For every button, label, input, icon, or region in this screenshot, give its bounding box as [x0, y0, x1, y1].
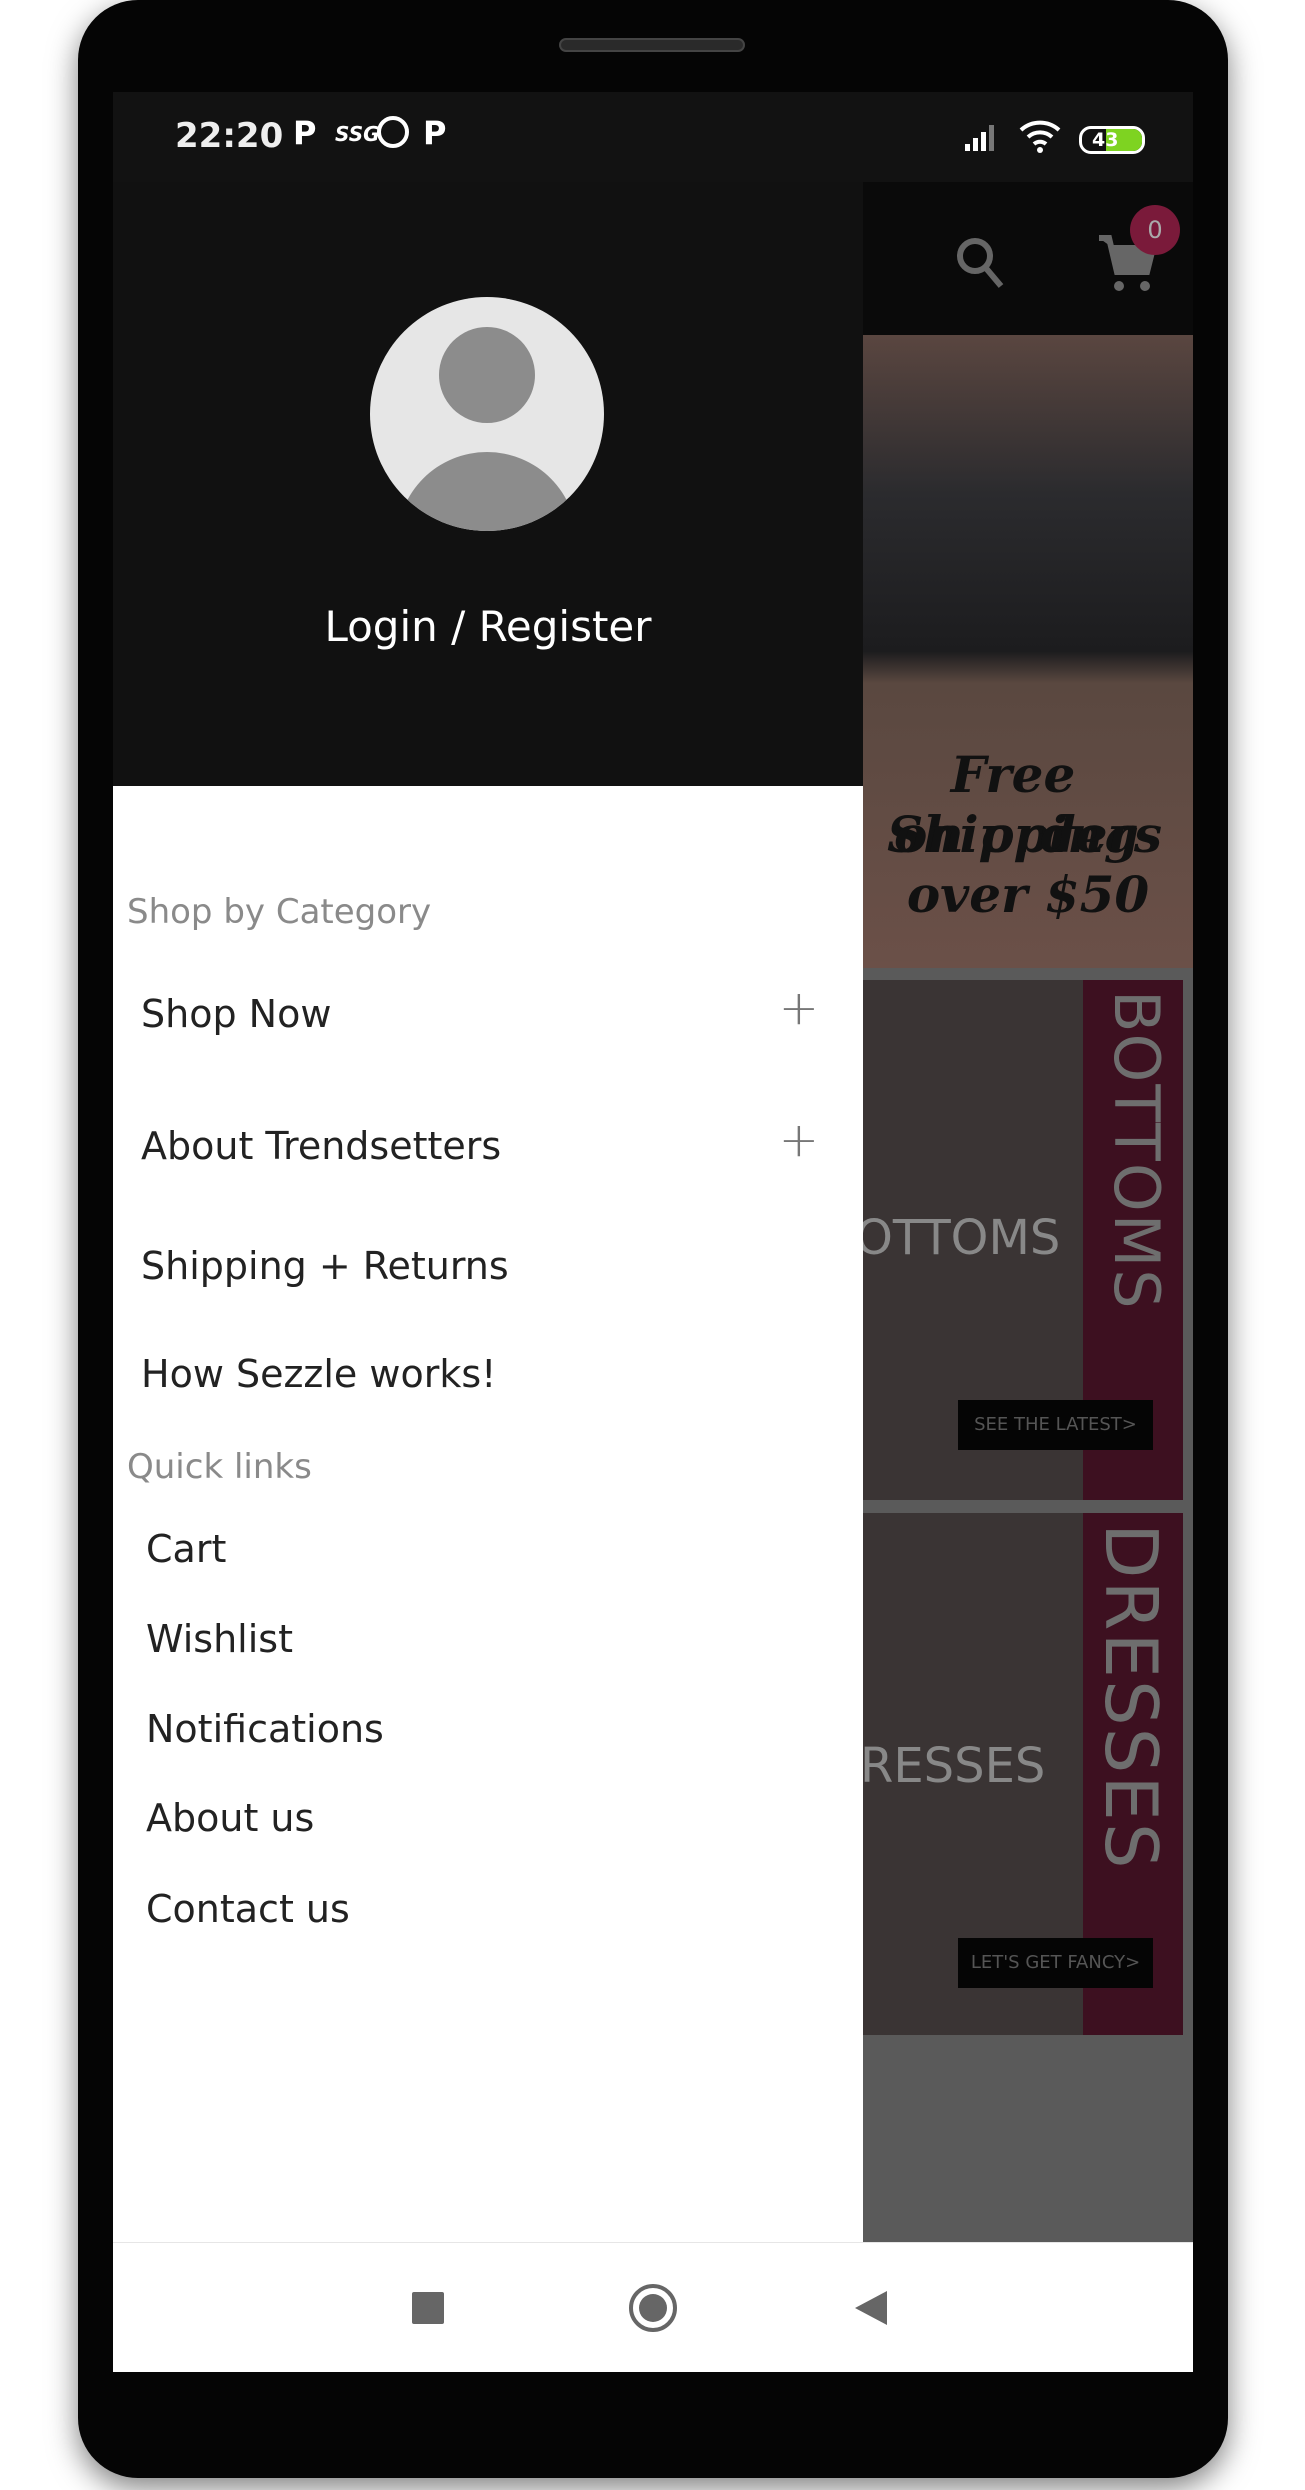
speaker-grille [559, 38, 745, 52]
ssg-icon: SSG [335, 122, 380, 146]
section-shop-by-category: Shop by Category [127, 892, 432, 932]
whatsapp-icon [377, 116, 409, 148]
quick-link-cart[interactable]: Cart [146, 1527, 226, 1571]
card-cta: LET'S GET FANCY> [958, 1938, 1153, 1988]
menu-item-how-sezzle-works[interactable]: How Sezzle works! [141, 1352, 841, 1396]
recents-button[interactable] [412, 2292, 444, 2324]
cart-count-badge: 0 [1130, 205, 1180, 255]
promo-banner[interactable]: Free Shipping on orders over $50 [863, 335, 1193, 968]
quick-link-contact-us[interactable]: Contact us [146, 1887, 350, 1931]
navigation-drawer: Login / Register Shop by Category Shop N… [113, 182, 863, 2242]
quick-link-about-us[interactable]: About us [146, 1796, 314, 1840]
quick-link-notifications[interactable]: Notifications [146, 1707, 384, 1751]
quick-link-wishlist[interactable]: Wishlist [146, 1617, 293, 1661]
search-icon[interactable] [953, 234, 1009, 290]
card-vertical-title: BOTTOMS [1100, 990, 1173, 1311]
section-quick-links: Quick links [127, 1447, 312, 1487]
category-card-bottoms[interactable]: BOTTOMS BOTTOMS SEE THE LATEST> [823, 980, 1183, 1500]
status-bar: 22:20 P SSG P 43 [113, 92, 1193, 182]
menu-item-shop-now[interactable]: Shop Now + [141, 980, 841, 1036]
app-toolbar [863, 182, 1193, 335]
login-register-link[interactable]: Login / Register [113, 602, 863, 651]
plus-icon[interactable]: + [779, 980, 819, 1036]
menu-item-shipping-returns[interactable]: Shipping + Returns [141, 1244, 841, 1288]
home-button[interactable] [629, 2284, 677, 2332]
battery-icon: 43 [1079, 126, 1145, 154]
avatar[interactable] [370, 297, 604, 531]
card-cta: SEE THE LATEST> [958, 1400, 1153, 1450]
banner-line-2: on orders [893, 805, 1163, 864]
plus-icon[interactable]: + [779, 1112, 819, 1168]
banner-line-3: over $50 [906, 865, 1150, 924]
p-icon: P [423, 114, 447, 152]
screen: 22:20 P SSG P 43 0 Free Shipping on orde… [113, 92, 1193, 2372]
status-time: 22:20 [175, 116, 284, 156]
category-card-dresses[interactable]: DRESSES DRESSES LET'S GET FANCY> [823, 1513, 1183, 2035]
drawer-header: Login / Register [113, 182, 863, 786]
menu-item-about-trendsetters[interactable]: About Trendsetters + [141, 1112, 841, 1168]
card-vertical-title: DRESSES [1089, 1523, 1173, 1871]
p-icon: P [293, 114, 317, 152]
signal-icon [965, 125, 994, 151]
battery-level: 43 [1092, 129, 1119, 151]
wifi-icon [1019, 120, 1061, 153]
back-button[interactable] [853, 2289, 889, 2327]
system-nav-bar [113, 2242, 1193, 2372]
